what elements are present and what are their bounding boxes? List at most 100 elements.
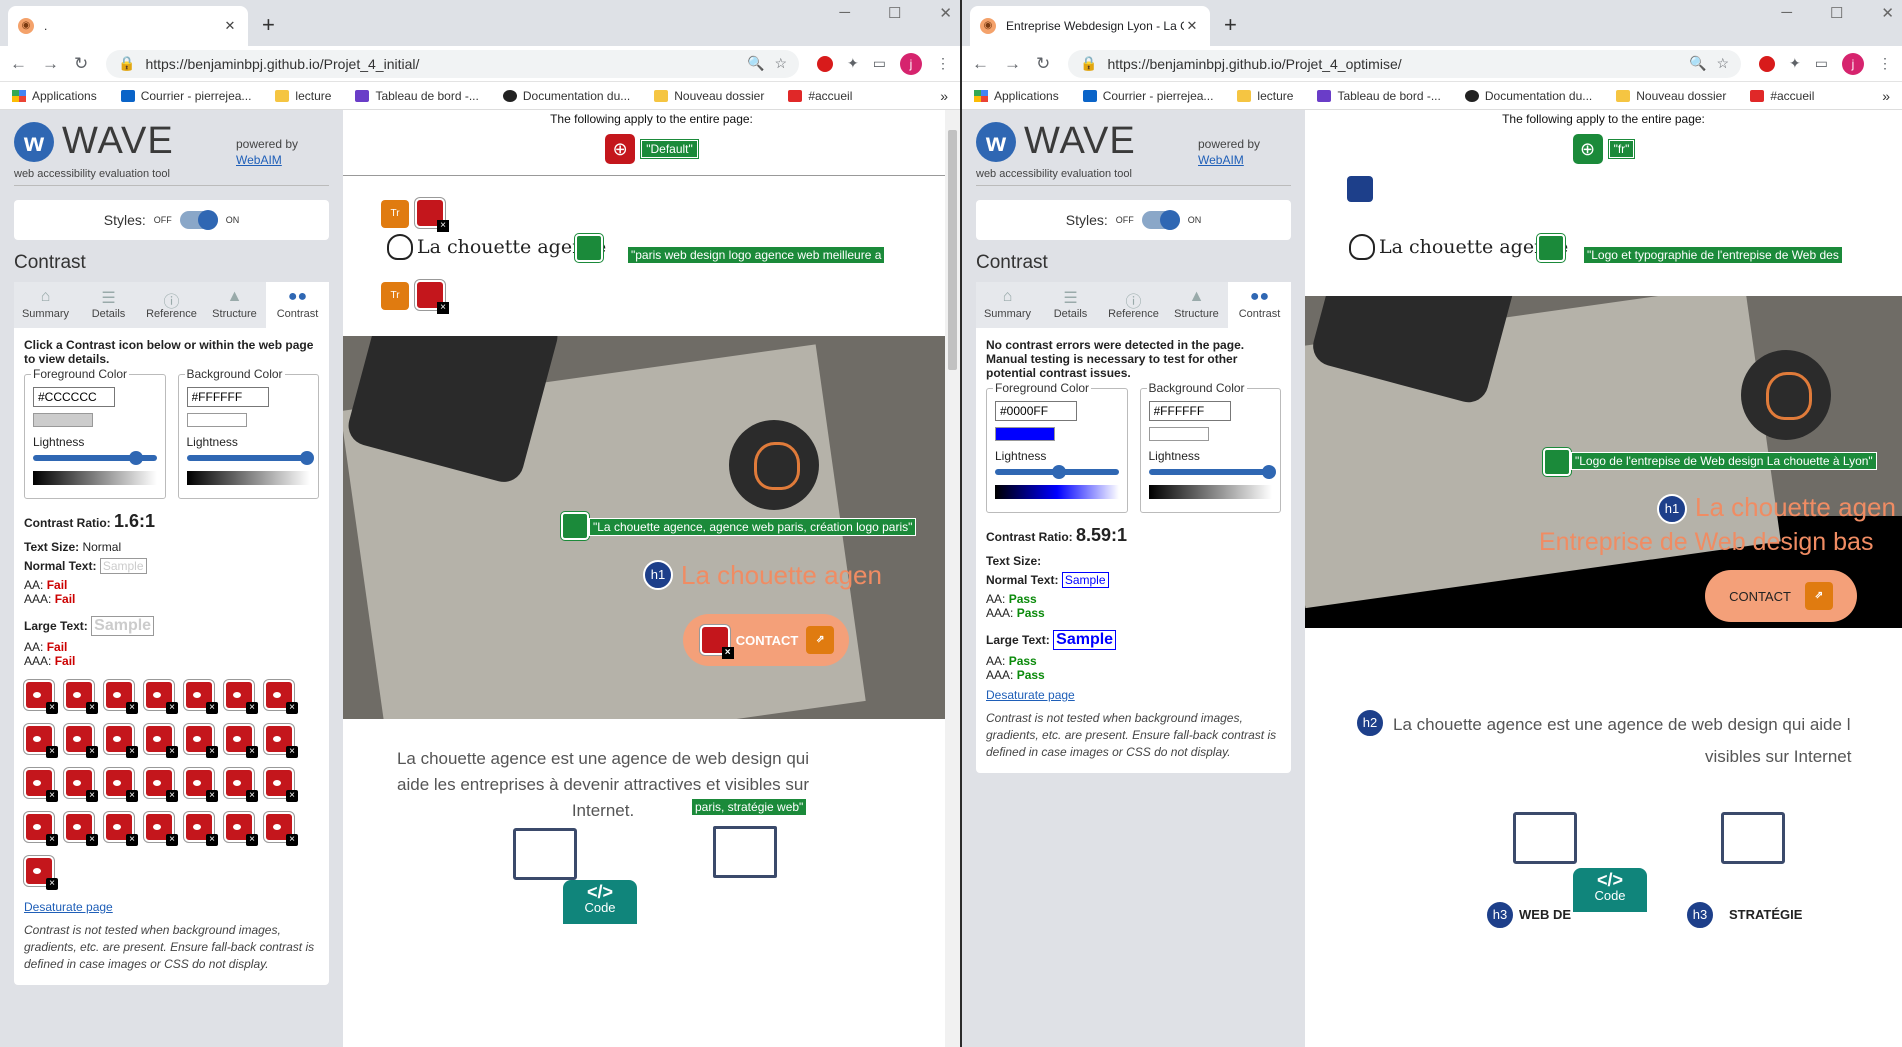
alt-text-icon[interactable] — [1543, 448, 1571, 476]
forward-icon[interactable]: → — [42, 54, 59, 74]
contrast-error-icon[interactable] — [104, 680, 138, 714]
bg-hex-input[interactable] — [186, 387, 269, 407]
alt-text-icon[interactable] — [561, 512, 589, 540]
site-logo[interactable]: La chouette agence — [1349, 234, 1568, 260]
tab-details[interactable]: ☰ Details — [1039, 282, 1102, 328]
contrast-error-icon[interactable] — [184, 812, 218, 846]
styles-toggle[interactable] — [179, 210, 218, 230]
bookmark-star-icon[interactable]: ☆ — [774, 55, 787, 72]
tab-summary[interactable]: ⌂ Summary — [976, 282, 1039, 328]
tab-summary[interactable]: ⌂ Summary — [14, 282, 77, 328]
bg-lightness-slider[interactable] — [186, 451, 315, 465]
zoom-icon[interactable]: 🔍 — [1689, 55, 1706, 72]
h3-icon[interactable]: h3 — [1485, 900, 1515, 930]
tab-details[interactable]: ☰ Details — [77, 282, 140, 328]
desaturate-link[interactable]: Desaturate page — [24, 900, 319, 914]
slider-knob[interactable] — [1262, 465, 1277, 479]
adblock-icon[interactable] — [817, 55, 834, 72]
cast-icon[interactable]: ▭ — [873, 55, 886, 72]
maximize-icon[interactable]: ☐ — [888, 4, 901, 22]
bookmark-new-folder[interactable]: Nouveau dossier — [1616, 89, 1726, 103]
fg-lightness-slider[interactable] — [33, 451, 157, 465]
bookmark-documentation[interactable]: Documentation du... — [502, 89, 630, 103]
close-tab-icon[interactable]: ✕ — [1184, 18, 1200, 34]
contrast-error-icon[interactable] — [104, 768, 138, 802]
contrast-error-icon[interactable] — [184, 680, 218, 714]
bookmark-documentation[interactable]: Documentation du... — [1464, 89, 1592, 103]
address-bar[interactable]: 🔒 https://benjaminbpj.github.io/Projet_4… — [1068, 49, 1742, 78]
contrast-error-icon[interactable] — [24, 812, 58, 846]
webaim-link[interactable]: WebAIM — [1198, 153, 1244, 167]
contrast-error-icon[interactable] — [144, 768, 178, 802]
contrast-error-icon[interactable] — [144, 680, 178, 714]
back-icon[interactable]: ← — [10, 54, 27, 74]
maximize-icon[interactable]: ☐ — [1830, 4, 1843, 22]
browser-tab[interactable]: ◉ . ✕ — [8, 6, 248, 46]
contrast-error-icon[interactable] — [264, 812, 298, 846]
contrast-error-icon[interactable] — [224, 680, 258, 714]
styles-toggle[interactable] — [1141, 210, 1180, 230]
error-icon[interactable] — [699, 625, 734, 659]
link-warning-icon[interactable]: ⇗ — [806, 626, 835, 654]
alt-text-icon[interactable] — [575, 234, 603, 262]
bookmark-applications[interactable]: Applications — [974, 89, 1059, 103]
tab-reference[interactable]: ⓘ Reference — [1102, 282, 1165, 328]
contrast-error-icon[interactable] — [144, 812, 178, 846]
fg-lightness-slider[interactable] — [995, 465, 1119, 479]
link-warning-icon[interactable]: ⇗ — [1804, 582, 1833, 610]
close-window-icon[interactable]: ✕ — [1881, 4, 1894, 22]
menu-icon[interactable]: ⋮ — [936, 55, 950, 72]
bookmark-lecture[interactable]: lecture — [275, 89, 331, 103]
minimize-icon[interactable]: ─ — [839, 4, 850, 22]
error-icon[interactable] — [415, 280, 449, 314]
contrast-error-icon[interactable] — [264, 768, 298, 802]
contrast-error-icon[interactable] — [224, 768, 258, 802]
h1-icon[interactable]: h1 — [1657, 494, 1687, 524]
warning-icon[interactable]: Tr — [381, 282, 409, 310]
site-logo[interactable]: La chouette agence — [387, 234, 606, 260]
tab-structure[interactable]: ▲ Structure — [203, 282, 266, 328]
error-icon[interactable] — [415, 198, 449, 232]
contrast-error-icon[interactable] — [64, 768, 98, 802]
contact-button[interactable]: CONTACT ⇗ — [683, 614, 849, 666]
tab-reference[interactable]: ⓘ Reference — [140, 282, 203, 328]
tab-structure[interactable]: ▲ Structure — [1165, 282, 1228, 328]
bookmark-star-icon[interactable]: ☆ — [1716, 55, 1729, 72]
contrast-error-icon[interactable] — [64, 812, 98, 846]
cast-icon[interactable]: ▭ — [1815, 55, 1828, 72]
contrast-error-icon[interactable] — [24, 856, 58, 890]
new-tab-button[interactable]: + — [262, 12, 275, 38]
more-bookmarks-icon[interactable]: » — [940, 88, 948, 104]
bg-lightness-slider[interactable] — [1148, 465, 1277, 479]
contrast-error-icon[interactable] — [64, 680, 98, 714]
puzzle-icon[interactable]: ✦ — [847, 55, 859, 72]
minimize-icon[interactable]: ─ — [1781, 4, 1792, 22]
forward-icon[interactable]: → — [1004, 54, 1021, 74]
contrast-error-icon[interactable] — [224, 724, 258, 758]
scrollbar[interactable] — [945, 110, 960, 1047]
reload-icon[interactable]: ↻ — [74, 54, 88, 74]
bookmark-lecture[interactable]: lecture — [1237, 89, 1293, 103]
tab-contrast[interactable]: ●● Contrast — [266, 282, 329, 328]
close-tab-icon[interactable]: ✕ — [222, 18, 238, 34]
contrast-error-icon[interactable] — [24, 768, 58, 802]
close-window-icon[interactable]: ✕ — [939, 4, 952, 22]
contact-button[interactable]: CONTACT ⇗ — [1705, 570, 1857, 622]
adblock-icon[interactable] — [1759, 55, 1776, 72]
contrast-error-icon[interactable] — [184, 724, 218, 758]
bookmark-accueil[interactable]: #accueil — [788, 89, 852, 103]
bookmark-accueil[interactable]: #accueil — [1750, 89, 1814, 103]
desaturate-link[interactable]: Desaturate page — [986, 688, 1281, 702]
more-bookmarks-icon[interactable]: » — [1882, 88, 1890, 104]
contrast-error-icon[interactable] — [24, 680, 58, 714]
contrast-error-icon[interactable] — [144, 724, 178, 758]
new-tab-button[interactable]: + — [1224, 12, 1237, 38]
contrast-error-icon[interactable] — [184, 768, 218, 802]
contrast-error-icon[interactable] — [104, 724, 138, 758]
contrast-error-icon[interactable] — [24, 724, 58, 758]
scroll-thumb[interactable] — [948, 130, 957, 370]
menu-icon[interactable]: ⋮ — [1878, 55, 1892, 72]
zoom-icon[interactable]: 🔍 — [747, 55, 764, 72]
warning-icon[interactable]: Tr — [381, 200, 409, 228]
fg-hex-input[interactable] — [995, 401, 1077, 421]
